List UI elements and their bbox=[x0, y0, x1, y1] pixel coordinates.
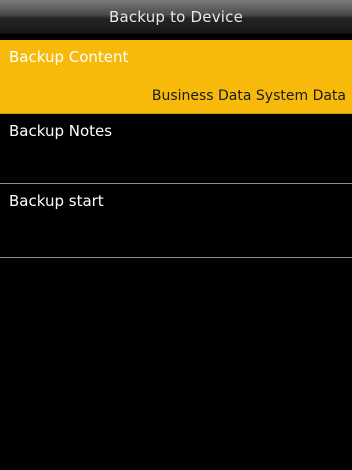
device-screen: Backup to Device Backup Content Business… bbox=[0, 0, 352, 470]
menu-item-label: Backup Notes bbox=[9, 122, 113, 140]
menu-item-backup-content[interactable]: Backup Content Business Data System Data bbox=[0, 40, 352, 114]
menu-item-backup-start[interactable]: Backup start bbox=[0, 184, 352, 258]
title-bar: Backup to Device bbox=[0, 0, 352, 34]
menu-item-label: Backup start bbox=[9, 192, 104, 210]
menu-item-backup-notes[interactable]: Backup Notes bbox=[0, 114, 352, 184]
page-title: Backup to Device bbox=[108, 7, 244, 26]
menu-item-value: Business Data System Data bbox=[151, 88, 346, 104]
menu-item-label: Backup Content bbox=[9, 48, 129, 66]
